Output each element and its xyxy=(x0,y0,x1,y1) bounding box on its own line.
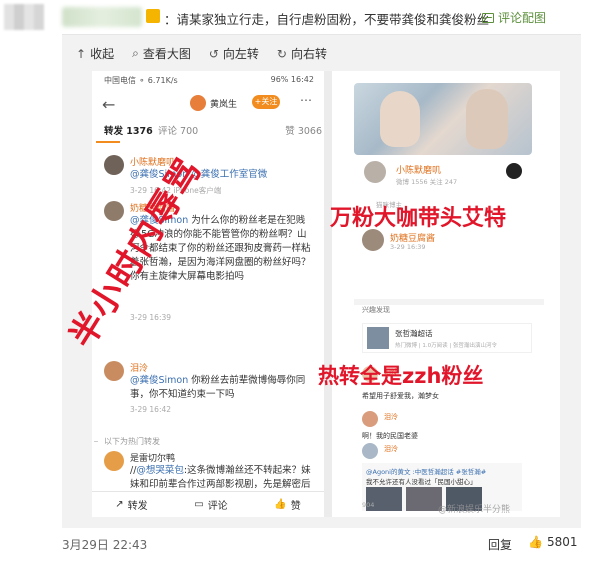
search-icon: ⌕ xyxy=(132,46,139,60)
status-bar-left: 中国电信 ⚬ 6.71K/s xyxy=(104,76,178,85)
tab-forward: 转发 1376 xyxy=(104,126,153,137)
reply-button[interactable]: 回复 xyxy=(488,536,512,553)
avatar xyxy=(104,361,124,381)
forward-label: 转发 xyxy=(127,501,148,512)
forward-icon: ↗ xyxy=(115,499,124,510)
mention: @想哭菜包 xyxy=(136,465,184,476)
user-name[interactable] xyxy=(62,7,142,27)
comment-name: 泪泠 xyxy=(384,445,398,453)
profile-banner-image xyxy=(354,83,532,155)
comment-body: //@想哭菜包:这条微博瀚丝还不转起来？妹妹和印前辈合作过两部影视剧，先是解密后… xyxy=(130,464,314,490)
avatar xyxy=(104,451,124,471)
profile-stats: 3-29 16:39 xyxy=(390,243,426,251)
quote-text: 我不允许还有人没看过「民国小甜心」 xyxy=(366,478,477,486)
annotation-text: 万粉大咖带头艾特 xyxy=(330,206,507,231)
rotate-left-label: 向左转 xyxy=(222,47,259,61)
comment-image[interactable]: 中国电信 ⚬ 6.71K/s 96% 16:42 ← 黄岚生 +关注 ⋯ 转发 … xyxy=(92,71,560,517)
more-icon: ⋯ xyxy=(300,93,312,107)
collapse-label: 收起 xyxy=(90,47,115,61)
nav-name: 黄岚生 xyxy=(210,100,238,110)
topic-card: 张哲瀚超话 热门微博 | 1.0万阅读 | 张哲瀚出演山河令 xyxy=(362,323,532,353)
arrow-up-icon: ↑ xyxy=(76,46,87,61)
image-icon xyxy=(482,12,494,23)
comment-label: 评论 xyxy=(207,501,228,512)
action-bar: ↗ 转发 ▭ 评论 👍 赞 xyxy=(92,491,324,517)
comment-text: 希望用子舒爱我，瀚梦女 xyxy=(362,392,439,400)
comment-time: 3-29 16:39 xyxy=(130,313,172,322)
thumbs-up-icon: 👍 xyxy=(528,535,543,549)
tabs: 转发 1376 评论 700 赞 3066 xyxy=(104,123,322,139)
follow-badge: +关注 xyxy=(252,95,280,109)
avatar xyxy=(104,155,124,175)
comment-body: @龚俊Simon 你粉丝去前辈微博侮辱你同事，你不知道约束一下吗 xyxy=(130,374,314,402)
like-label: 赞 xyxy=(290,501,301,512)
profile-stats: 微博 1556 关注 247 xyxy=(396,178,458,186)
rotate-right-icon: ↻ xyxy=(276,46,287,61)
quote-mention: @Agoni的黄文 :中医哲瀚超话 #张哲瀚# xyxy=(366,468,487,476)
list-item: 泪泠 @龚俊Simon 你粉丝去前辈微博侮辱你同事，你不知道约束一下吗 3-29… xyxy=(104,361,324,421)
watermark: @新浪娱乐半分熊 xyxy=(438,505,511,515)
comment-action: ▭ 评论 xyxy=(194,497,227,512)
hot-forward-label: 以下为热门转发 xyxy=(94,437,160,446)
profile-name: 小陈默磨叽 xyxy=(396,166,442,176)
comment-text: 啊！我的民国老婆 xyxy=(362,432,418,440)
avatar xyxy=(104,201,124,221)
tab-comment: 评论 700 xyxy=(158,126,199,137)
topic-header: 兴趣发现 xyxy=(362,306,390,314)
view-large-label: 查看大图 xyxy=(142,47,191,61)
list-item: 是雷切尔鸭 //@想哭菜包:这条微博瀚丝还不转起来？妹妹和印前辈合作过两部影视剧… xyxy=(104,451,324,491)
topic-image xyxy=(367,327,389,349)
user-avatar[interactable] xyxy=(4,4,44,30)
avatar xyxy=(362,411,378,427)
like-action: 👍 赞 xyxy=(274,497,300,512)
vip-badge-icon xyxy=(146,9,160,23)
repost-count: 904 xyxy=(362,501,375,509)
tab-like: 赞 3066 xyxy=(285,126,322,137)
avatar xyxy=(362,443,378,459)
comment-name: 泪泠 xyxy=(130,364,149,374)
viewer-toolbar: ↑ 收起 ⌕ 查看大图 ↺ 向左转 ↻ 向右转 xyxy=(76,45,327,62)
forward-action: ↗ 转发 xyxy=(115,497,147,512)
annotation-text: 热转全是zzh粉丝 xyxy=(318,364,484,388)
avatar xyxy=(362,159,388,185)
back-arrow-icon: ← xyxy=(102,95,116,114)
rotate-left-icon: ↺ xyxy=(208,46,219,61)
banner-figure-left xyxy=(380,91,420,147)
tab-indicator xyxy=(96,141,120,143)
comment-name: 是雷切尔鸭 xyxy=(130,454,176,464)
like-button[interactable]: 👍 5801 xyxy=(528,535,578,549)
right-phone-screenshot: 小陈默磨叽 微博 1556 关注 247 猫咪博主 奶糖豆腐酱 3-29 16:… xyxy=(340,71,560,517)
comment-pic-label: 评论配图 xyxy=(498,11,547,25)
comment-name: 泪泠 xyxy=(384,413,398,421)
rotate-right-label: 向右转 xyxy=(290,47,327,61)
quote-photo xyxy=(406,487,442,511)
rotate-right-button[interactable]: ↻ 向右转 xyxy=(277,45,327,62)
like-count: 5801 xyxy=(546,535,578,549)
comment-time: 3-29 16:42 xyxy=(130,405,172,414)
comment-footer: 3月29日 22:43 回复 👍 5801 xyxy=(0,528,597,563)
list-item: 小陈默磨叽 @龚俊Simon @龚俊工作室官微 3-29 16:42 iPhon… xyxy=(104,155,324,201)
topic-title: 张哲瀚超话 xyxy=(395,329,433,338)
topic-sub: 热门微博 | 1.0万阅读 | 张哲瀚出演山河令 xyxy=(395,343,497,349)
thumbs-up-icon: 👍 xyxy=(274,499,287,510)
rotate-left-button[interactable]: ↺ 向左转 xyxy=(209,45,259,62)
status-bar-right: 96% 16:42 xyxy=(270,75,314,84)
mention: @龚俊Simon xyxy=(130,375,189,386)
collapse-button[interactable]: ↑ 收起 xyxy=(76,45,114,62)
comment-header: ：请某家独立行走，自行虐粉固粉，不要带龚俊和龚俊粉丝 评论配图 xyxy=(0,0,597,34)
comment-text: ：请某家独立行走，自行虐粉固粉，不要带龚俊和龚俊粉丝 xyxy=(164,12,490,27)
banner-figure-right xyxy=(466,89,508,149)
comment-pic-link[interactable]: 评论配图 xyxy=(482,9,546,26)
comment-icon: ▭ xyxy=(194,499,204,510)
nav-avatar xyxy=(190,95,206,111)
view-large-button[interactable]: ⌕ 查看大图 xyxy=(132,45,191,62)
comment-date: 3月29日 22:43 xyxy=(62,538,148,552)
brand-logo-icon xyxy=(506,163,522,179)
avatar xyxy=(362,229,384,251)
